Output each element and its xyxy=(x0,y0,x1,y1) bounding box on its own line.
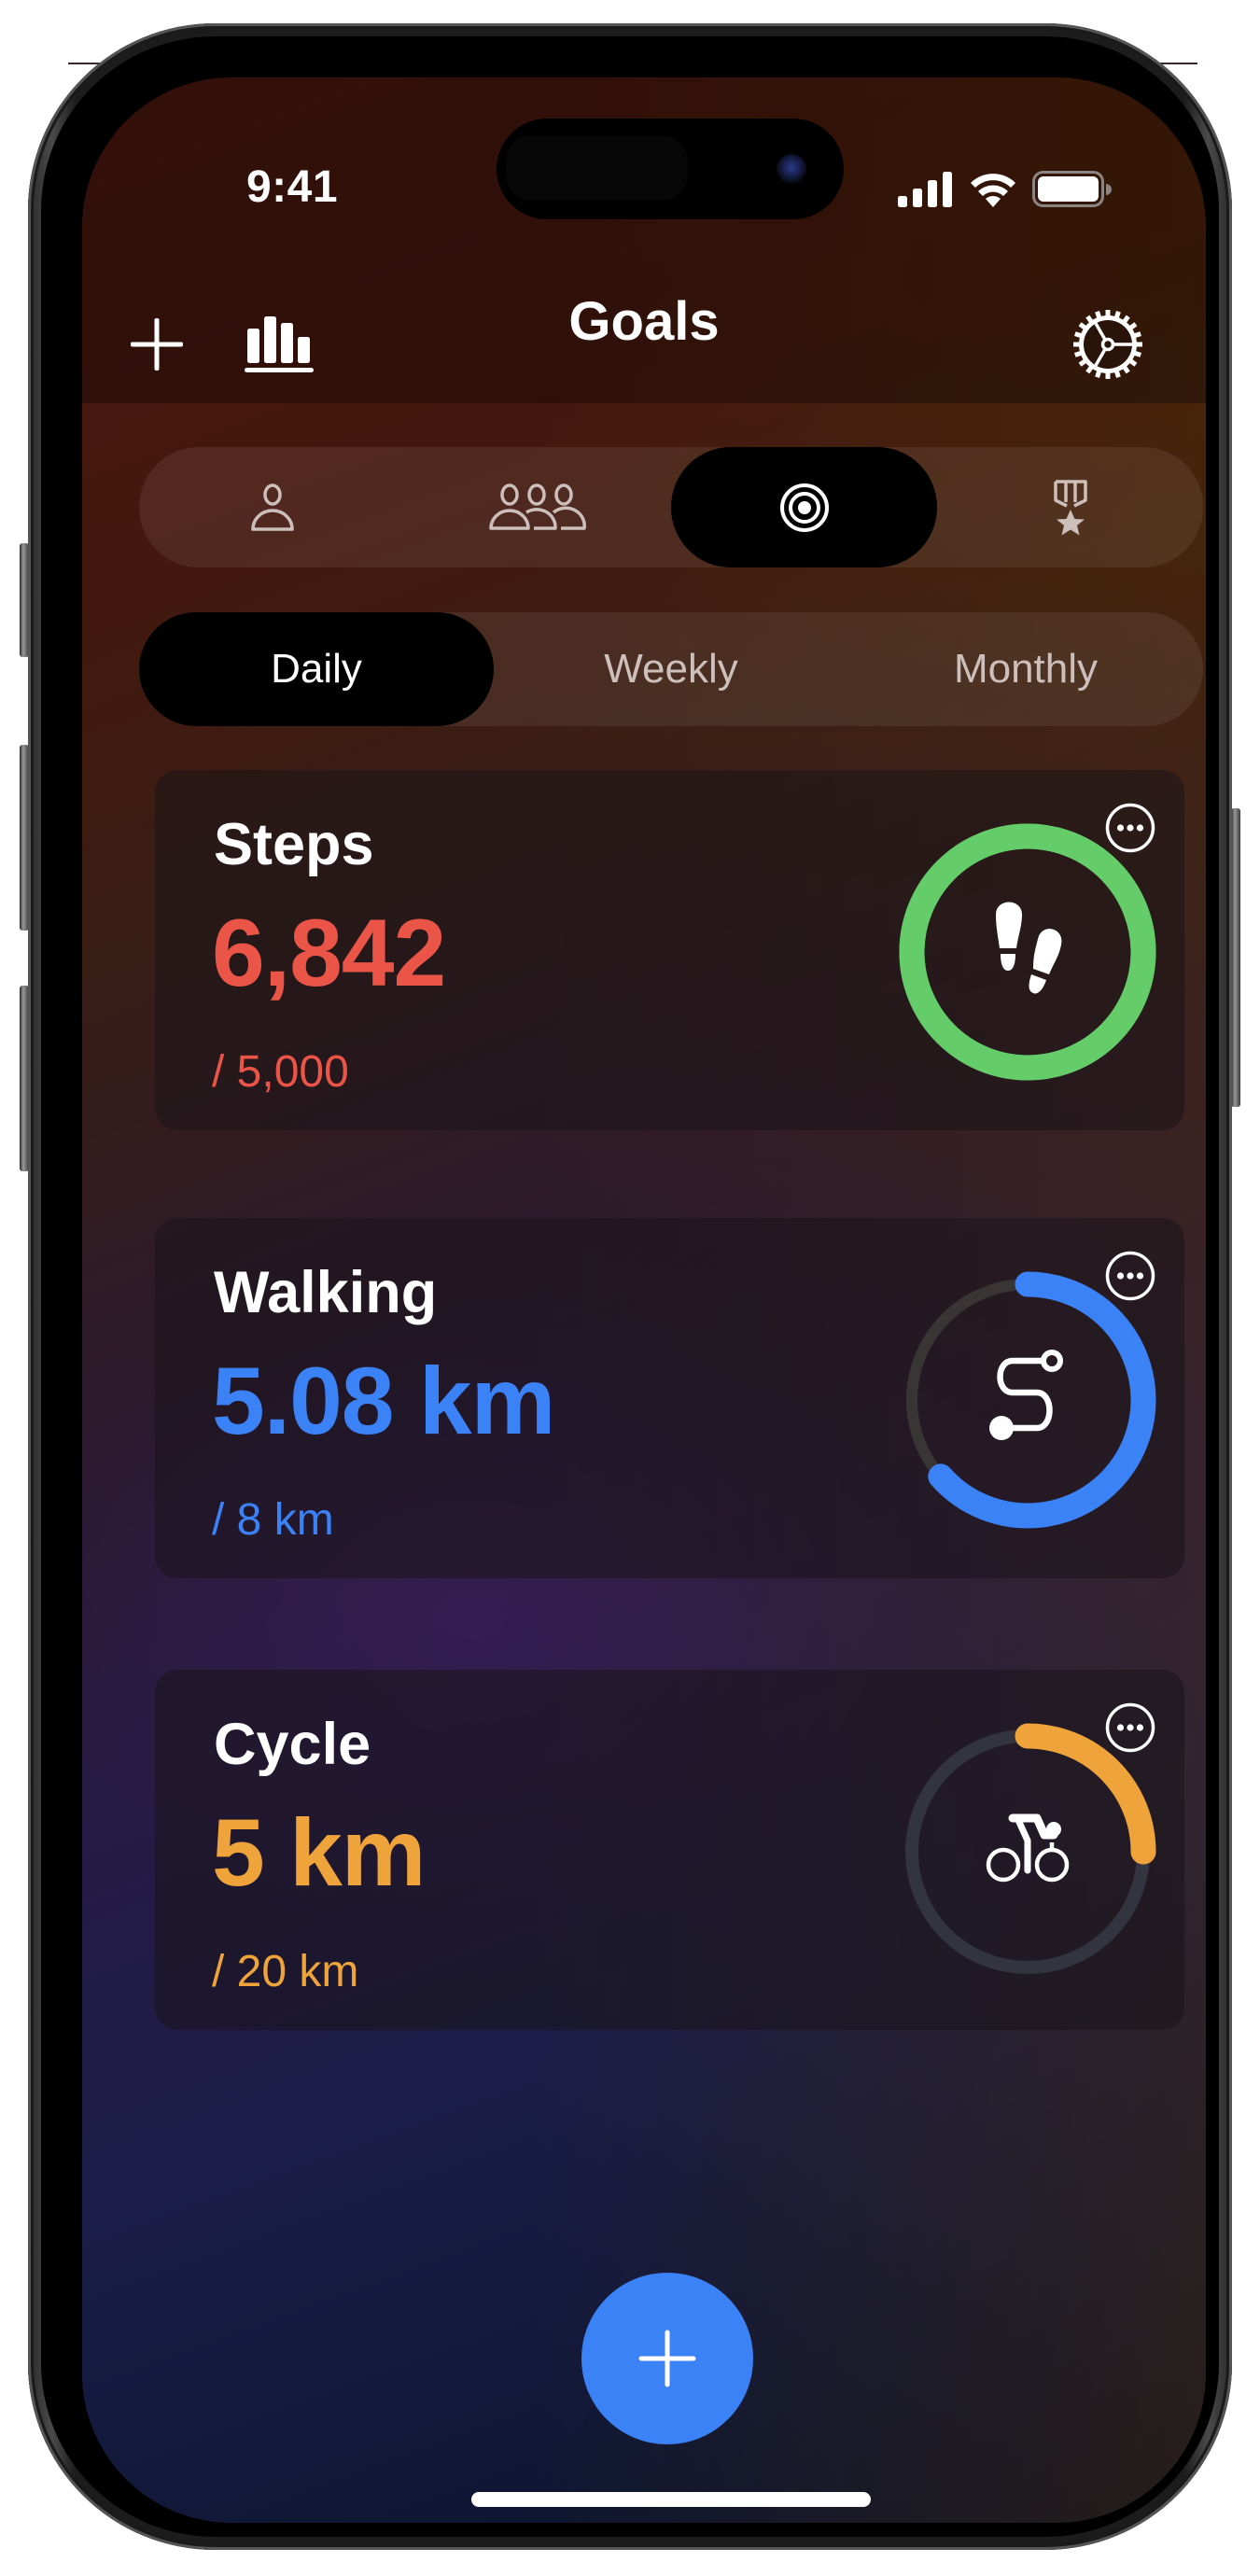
route-icon xyxy=(989,1350,1063,1440)
group-icon xyxy=(488,483,586,530)
bicycle-icon xyxy=(986,1813,1070,1883)
medal-star-icon xyxy=(1053,479,1087,535)
goal-card-steps[interactable]: Steps 6,842 / 5,000 xyxy=(155,770,1184,1130)
sensor-area xyxy=(506,135,688,201)
progress-ring xyxy=(899,1271,1156,1529)
goal-card-walking[interactable]: Walking 5.08 km / 8 km xyxy=(155,1218,1184,1578)
settings-button[interactable] xyxy=(1071,307,1145,382)
tab-monthly[interactable]: Monthly xyxy=(848,612,1203,726)
power-button xyxy=(1231,808,1240,1107)
ellipsis-circle-icon xyxy=(1105,1702,1155,1753)
footprints-icon xyxy=(996,902,1062,994)
goal-card-cycle[interactable]: Cycle 5 km / 20 km xyxy=(155,1670,1184,2030)
plus-icon xyxy=(638,2330,696,2387)
goal-value: 6,842 xyxy=(212,900,446,1006)
home-indicator[interactable] xyxy=(471,2492,871,2507)
progress-ring xyxy=(899,1723,1156,1981)
person-icon xyxy=(250,483,294,531)
goal-title: Steps xyxy=(214,812,374,877)
target-icon xyxy=(779,483,829,532)
phone-bezel: 9:41 Goals Daily Weekly Monthly Steps 6,… xyxy=(41,36,1219,2537)
dynamic-island xyxy=(497,119,844,219)
status-time: 9:41 xyxy=(245,162,339,212)
ellipsis-circle-icon xyxy=(1105,1251,1155,1301)
goal-value: 5 km xyxy=(212,1799,426,1906)
ellipsis-circle-icon xyxy=(1105,803,1155,853)
page-title: Goals xyxy=(568,291,720,352)
tab-daily[interactable]: Daily xyxy=(139,612,494,726)
more-options-button[interactable] xyxy=(1105,1702,1155,1753)
app-screen: 9:41 Goals Daily Weekly Monthly Steps 6,… xyxy=(82,77,1206,2523)
goal-target: / 8 km xyxy=(212,1495,334,1545)
wifi-icon xyxy=(971,174,1015,207)
battery-icon xyxy=(1032,171,1112,207)
goal-target: / 5,000 xyxy=(212,1047,349,1097)
goal-title: Walking xyxy=(214,1260,438,1325)
add-goal-fab[interactable] xyxy=(581,2273,753,2444)
tab-personal[interactable] xyxy=(139,447,405,567)
period-segmented-control: Daily Weekly Monthly xyxy=(139,612,1203,726)
status-icons xyxy=(898,171,1113,208)
tab-weekly[interactable]: Weekly xyxy=(494,612,848,726)
phone-frame: 9:41 Goals Daily Weekly Monthly Steps 6,… xyxy=(28,23,1232,2550)
more-options-button[interactable] xyxy=(1105,803,1155,853)
cellular-signal-icon xyxy=(898,172,952,207)
more-options-button[interactable] xyxy=(1105,1251,1155,1301)
progress-ring-fill xyxy=(899,823,1156,1081)
tab-achievements[interactable] xyxy=(937,447,1203,567)
goal-target: / 20 km xyxy=(212,1947,359,1996)
progress-ring xyxy=(899,823,1156,1081)
camera-icon xyxy=(777,154,806,184)
goal-value: 5.08 km xyxy=(212,1348,555,1454)
tab-group[interactable] xyxy=(405,447,671,567)
category-segmented-control xyxy=(139,447,1203,567)
goal-title: Cycle xyxy=(214,1712,371,1777)
gear-icon xyxy=(1073,310,1142,379)
tab-goals[interactable] xyxy=(671,447,937,567)
